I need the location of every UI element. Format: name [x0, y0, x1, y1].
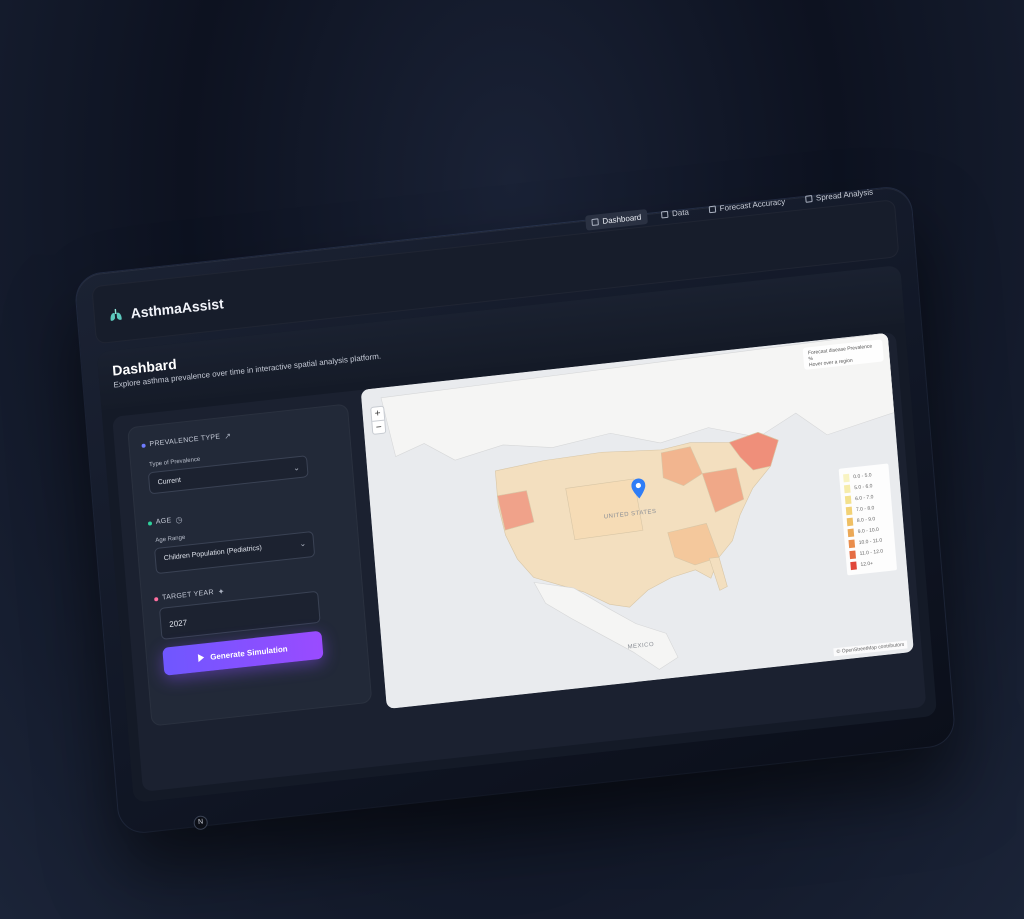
- app-name: AsthmaAssist: [130, 295, 225, 322]
- legend-swatch: [845, 506, 853, 515]
- main-panel: PREVALENCE TYPE ↗ Type of Prevalence Cur…: [112, 331, 927, 792]
- legend-swatch: [847, 528, 855, 537]
- nav-forecast-accuracy[interactable]: Forecast Accuracy: [702, 193, 792, 218]
- legend-swatch: [844, 495, 852, 504]
- lungs-icon: [110, 308, 122, 321]
- prevalence-map[interactable]: + − Forecast disease Prevalence % Hover …: [360, 332, 914, 709]
- chevron-down-icon: ⌄: [292, 462, 301, 473]
- legend-label: 6.0 - 7.0: [854, 493, 874, 502]
- tablet-device: AsthmaAssist Dashboard Data Forecast Acc…: [74, 184, 956, 835]
- age-field-label: Age Range: [155, 534, 186, 545]
- legend-label: 0.0 - 5.0: [853, 471, 872, 480]
- legend-swatch: [843, 484, 851, 493]
- main-nav: Dashboard Data Forecast Accuracy Spread …: [584, 184, 880, 231]
- section-dot: [154, 596, 159, 601]
- nav-spread-label: Spread Analysis: [815, 187, 874, 203]
- legend-swatch: [846, 517, 854, 526]
- sparkle-icon: ✦: [217, 586, 226, 597]
- zoom-out-button[interactable]: −: [372, 419, 386, 434]
- clock-icon: ◷: [175, 514, 184, 525]
- prevalence-section: PREVALENCE TYPE ↗: [141, 431, 232, 450]
- generate-button-label: Generate Simulation: [209, 643, 288, 662]
- legend-swatch: [850, 560, 857, 570]
- n-badge-icon[interactable]: N: [193, 815, 209, 831]
- section-dot: [141, 443, 146, 448]
- generate-simulation-button[interactable]: Generate Simulation: [162, 630, 324, 676]
- legend-swatch: [849, 549, 856, 559]
- age-label: AGE: [155, 517, 172, 526]
- nav-dashboard-label: Dashboard: [602, 212, 642, 226]
- prevalence-value: Current: [157, 476, 182, 487]
- map-canvas[interactable]: [360, 332, 914, 709]
- legend-label: 8.0 - 9.0: [856, 515, 876, 524]
- legend-label: 9.0 - 10.0: [857, 526, 880, 535]
- trend-icon: ↗: [223, 431, 232, 441]
- age-value: Children Population (Pediatrics): [163, 544, 263, 563]
- brand[interactable]: AsthmaAssist: [108, 295, 224, 323]
- target-label: TARGET YEAR: [161, 589, 215, 602]
- grid-icon: [591, 218, 599, 227]
- target-year-value: 2027: [168, 618, 188, 629]
- section-dot: [147, 520, 153, 526]
- legend-swatch: [848, 539, 856, 548]
- chart-icon: [708, 205, 717, 214]
- play-icon: [197, 653, 205, 663]
- zoom-control: + −: [370, 405, 387, 435]
- file-icon: [660, 210, 669, 219]
- age-section: AGE ◷: [147, 514, 184, 528]
- legend-label: 11.0 - 12.0: [859, 548, 884, 557]
- nav-data-label: Data: [671, 207, 690, 219]
- legend-swatch: [843, 473, 850, 482]
- legend-label: 12.0+: [860, 560, 874, 568]
- legend-label: 10.0 - 11.0: [858, 537, 883, 546]
- content-area: Dashbard Explore asthma prevalence over …: [96, 264, 938, 803]
- location-pin-icon[interactable]: [631, 478, 647, 499]
- chevron-down-icon: ⌄: [299, 538, 307, 549]
- prevalence-label: PREVALENCE TYPE: [149, 433, 221, 449]
- map-legend: 0.0 - 5.0 5.0 - 6.0 6.0 - 7.0 7.0 - 8.0 8.0 …: [838, 463, 898, 576]
- simulation-form: PREVALENCE TYPE ↗ Type of Prevalence Cur…: [127, 403, 373, 727]
- legend-label: 7.0 - 8.0: [855, 504, 875, 513]
- scene: AsthmaAssist Dashboard Data Forecast Acc…: [0, 0, 1024, 919]
- spread-icon: [804, 195, 813, 203]
- legend-label: 5.0 - 6.0: [853, 482, 873, 491]
